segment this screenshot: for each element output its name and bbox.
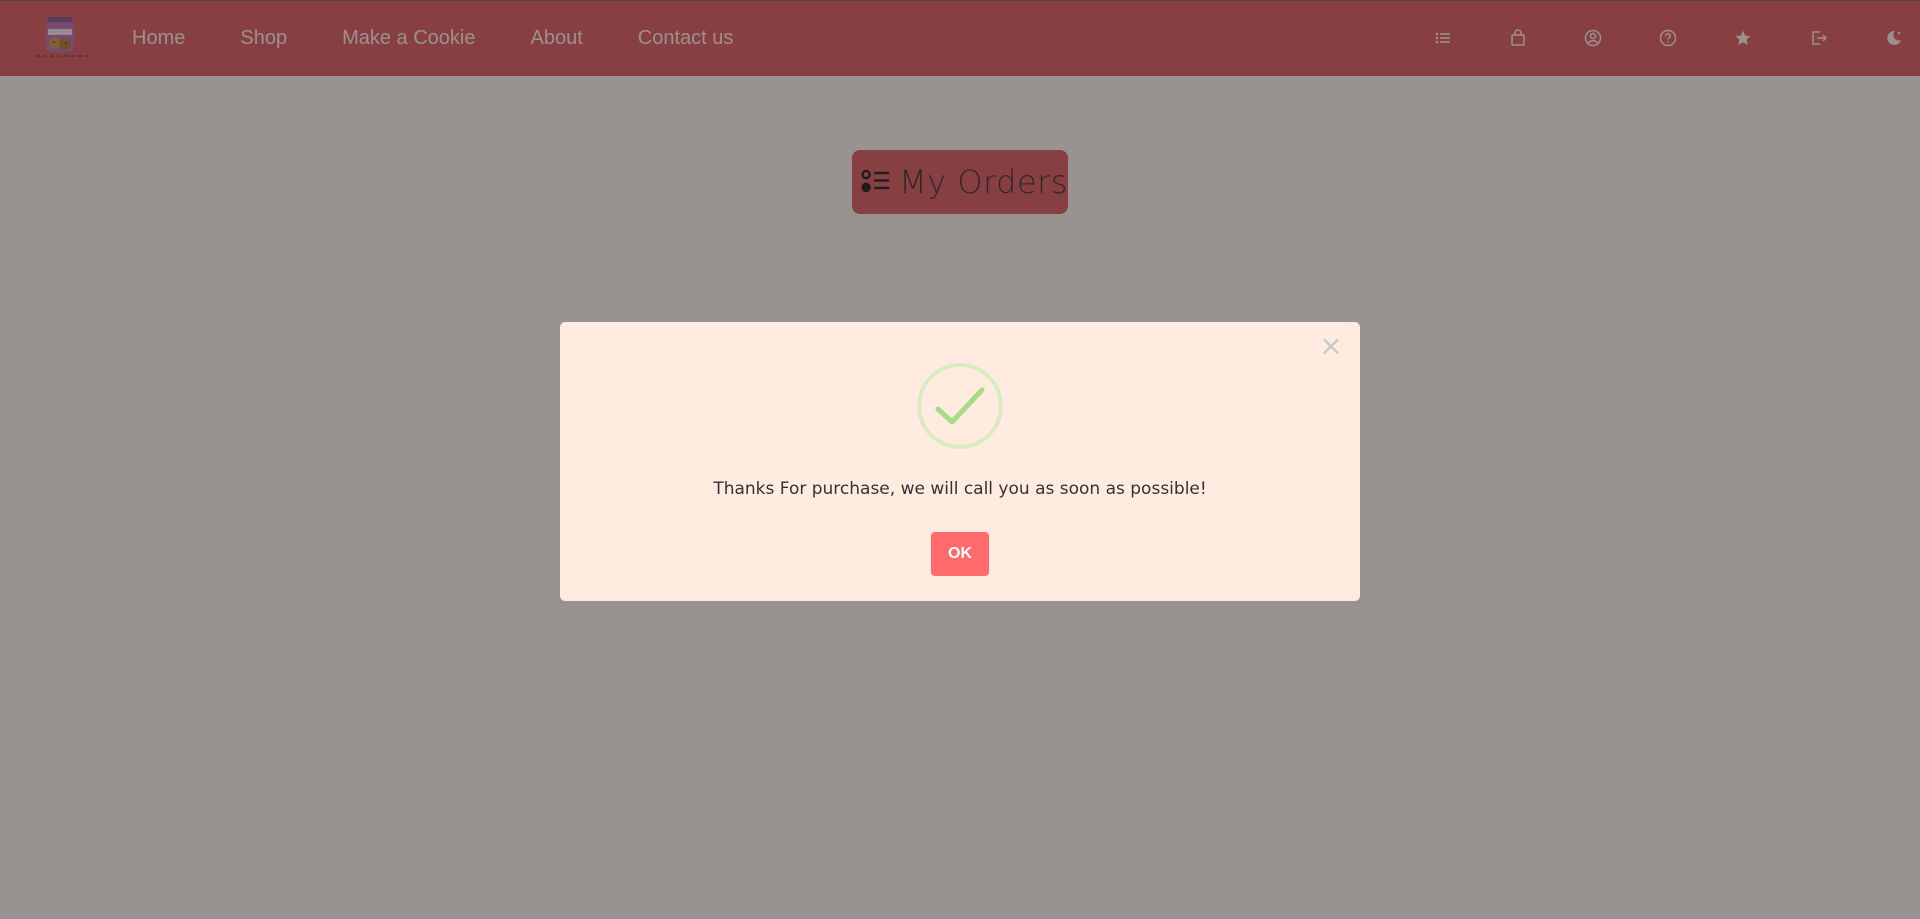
success-message: Thanks For purchase, we will call you as… [713,479,1207,499]
success-dialog: × Thanks For purchase, we will call you … [560,322,1360,601]
ok-button[interactable]: OK [931,532,989,576]
success-check-icon [917,363,1003,449]
close-icon[interactable]: × [1316,329,1346,362]
